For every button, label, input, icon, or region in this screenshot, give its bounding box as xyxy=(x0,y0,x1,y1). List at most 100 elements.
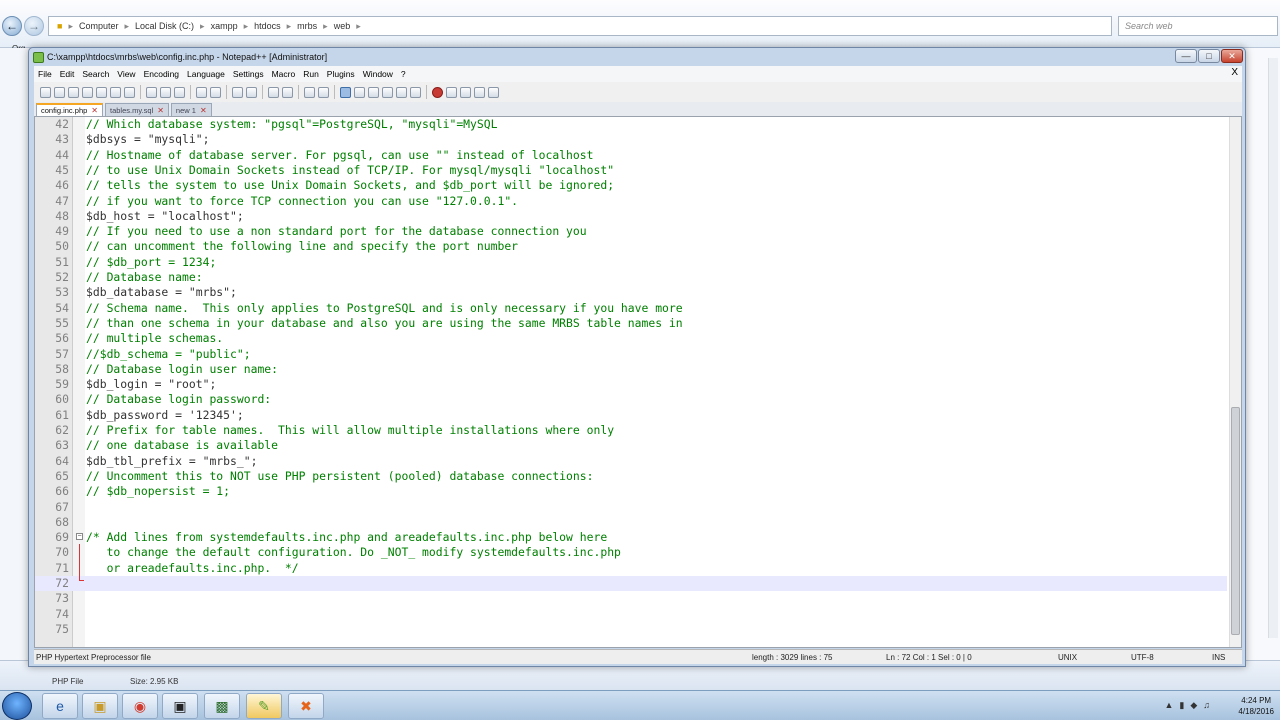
breadcrumb[interactable]: ■ ▸ Computer ▸ Local Disk (C:) ▸ xampp ▸ ht… xyxy=(48,16,1112,36)
code-line[interactable]: 43 $dbsys = "mysqli"; xyxy=(35,132,1227,147)
save-all-icon[interactable] xyxy=(82,86,93,98)
line-text[interactable]: // Schema name. This only applies to Pos… xyxy=(86,301,683,316)
code-line[interactable]: 44 // Hostname of database server. For pg… xyxy=(35,148,1227,163)
forward-button[interactable]: → xyxy=(24,16,44,36)
code-line[interactable]: 60 // Database login password: xyxy=(35,392,1227,407)
doc-map-icon[interactable] xyxy=(396,86,407,98)
code-line[interactable]: 69 /* Add lines from systemdefaults.inc.p… xyxy=(35,530,1227,545)
undo-icon[interactable] xyxy=(196,86,207,98)
back-button[interactable]: ← xyxy=(2,16,22,36)
line-text[interactable]: $dbsys = "mysqli"; xyxy=(86,132,209,147)
tab-close-icon[interactable]: ✕ xyxy=(157,106,164,115)
line-text[interactable]: // Database login user name: xyxy=(86,362,278,377)
code-line[interactable]: 61 $db_password = '12345'; xyxy=(35,408,1227,423)
new-file-icon[interactable] xyxy=(40,86,51,98)
line-text[interactable]: // can uncomment the following line and … xyxy=(86,239,518,254)
tab-tables-my-sql[interactable]: tables.my.sql ✕ xyxy=(105,103,169,116)
tab-close-icon[interactable]: ✕ xyxy=(200,106,207,115)
line-text[interactable]: to change the default configuration. Do … xyxy=(86,545,621,560)
code-line[interactable]: 63 // one database is available xyxy=(35,438,1227,453)
menu-search[interactable]: Search xyxy=(82,69,115,79)
code-line[interactable]: 47 // if you want to force TCP connection… xyxy=(35,194,1227,209)
breadcrumb-item[interactable]: mrbs xyxy=(297,21,317,31)
code-line[interactable]: 65 // Uncomment this to NOT use PHP persi… xyxy=(35,469,1227,484)
clock[interactable]: 4:24 PM 4/18/2016 xyxy=(1238,695,1274,717)
save-icon[interactable] xyxy=(68,86,79,98)
line-text[interactable]: $db_password = '12345'; xyxy=(86,408,244,423)
line-text[interactable]: // than one schema in your database and … xyxy=(86,316,683,331)
start-button[interactable] xyxy=(2,692,32,720)
code-line[interactable]: 70 to change the default configuration. … xyxy=(35,545,1227,560)
line-text[interactable]: // If you need to use a non standard por… xyxy=(86,224,587,239)
explorer-scrollbar[interactable] xyxy=(1268,58,1278,638)
stop-macro-icon[interactable] xyxy=(446,86,457,98)
code-line[interactable]: 75 xyxy=(35,622,1227,637)
maximize-button[interactable]: □ xyxy=(1198,49,1220,63)
record-macro-icon[interactable] xyxy=(432,86,443,98)
explorer-icon[interactable]: ▣ xyxy=(82,693,118,719)
code-line[interactable]: 59 $db_login = "root"; xyxy=(35,377,1227,392)
code-line[interactable]: 53 $db_database = "mrbs"; xyxy=(35,285,1227,300)
close-all-icon[interactable] xyxy=(110,86,121,98)
breadcrumb-item[interactable]: xampp xyxy=(211,21,238,31)
ie-icon[interactable]: e xyxy=(42,693,78,719)
code-line[interactable]: 64 $db_tbl_prefix = "mrbs_"; xyxy=(35,454,1227,469)
close-document-icon[interactable]: X xyxy=(1231,67,1238,78)
menu-help[interactable]: ? xyxy=(401,69,412,79)
code-line[interactable]: 58 // Database login user name: xyxy=(35,362,1227,377)
code-line[interactable]: 57 //$db_schema = "public"; xyxy=(35,347,1227,362)
window-titlebar[interactable]: C:\xampp\htdocs\mrbs\web\config.inc.php … xyxy=(29,48,1245,66)
code-line[interactable]: 62 // Prefix for table names. This will a… xyxy=(35,423,1227,438)
line-text[interactable]: /* Add lines from systemdefaults.inc.php… xyxy=(86,530,607,545)
line-text[interactable]: // Prefix for table names. This will all… xyxy=(86,423,614,438)
replace-icon[interactable] xyxy=(246,86,257,98)
breadcrumb-item[interactable]: Local Disk (C:) xyxy=(135,21,194,31)
code-line[interactable]: 73 xyxy=(35,591,1227,606)
close-button[interactable]: ✕ xyxy=(1221,49,1243,63)
line-text[interactable]: // Which database system: "pgsql"=Postgr… xyxy=(86,117,497,132)
line-text[interactable]: // $db_port = 1234; xyxy=(86,255,216,270)
cut-icon[interactable] xyxy=(146,86,157,98)
open-file-icon[interactable] xyxy=(54,86,65,98)
line-text[interactable]: or areadefaults.inc.php. */ xyxy=(86,561,299,576)
line-text[interactable]: // one database is available xyxy=(86,438,278,453)
system-tray[interactable]: ▲▮◆♫ xyxy=(1164,700,1216,711)
code-line[interactable]: 54 // Schema name. This only applies to P… xyxy=(35,301,1227,316)
line-text[interactable]: $db_host = "localhost"; xyxy=(86,209,244,224)
notepadpp-taskbar-icon[interactable]: ✎ xyxy=(246,693,282,719)
breadcrumb-item[interactable]: htdocs xyxy=(254,21,281,31)
menu-settings[interactable]: Settings xyxy=(233,69,270,79)
line-text[interactable]: // to use Unix Domain Sockets instead of… xyxy=(86,163,614,178)
code-line[interactable]: 46 // tells the system to use Unix Domain… xyxy=(35,178,1227,193)
user-lang-icon[interactable] xyxy=(382,86,393,98)
line-text[interactable]: //$db_schema = "public"; xyxy=(86,347,251,362)
tab-new-1[interactable]: new 1 ✕ xyxy=(170,103,212,116)
menu-view[interactable]: View xyxy=(117,69,141,79)
line-text[interactable]: // if you want to force TCP connection y… xyxy=(86,194,518,209)
indent-guide-icon[interactable] xyxy=(368,86,379,98)
code-line[interactable]: 49 // If you need to use a non standard p… xyxy=(35,224,1227,239)
tab-close-icon[interactable]: ✕ xyxy=(91,106,98,115)
line-text[interactable]: $db_login = "root"; xyxy=(86,377,216,392)
line-text[interactable]: $db_tbl_prefix = "mrbs_"; xyxy=(86,454,257,469)
code-editor[interactable]: 42 // Which database system: "pgsql"=Post… xyxy=(34,116,1242,648)
play-macro-icon[interactable] xyxy=(460,86,471,98)
code-line[interactable]: 52 // Database name: xyxy=(35,270,1227,285)
menu-macro[interactable]: Macro xyxy=(272,69,302,79)
print-icon[interactable] xyxy=(124,86,135,98)
menu-run[interactable]: Run xyxy=(303,69,325,79)
zoom-in-icon[interactable] xyxy=(268,86,279,98)
code-line[interactable]: 72 xyxy=(35,576,1227,592)
tab-config-inc-php[interactable]: config.inc.php ✕ xyxy=(36,103,103,116)
find-icon[interactable] xyxy=(232,86,243,98)
line-text[interactable]: // Database name: xyxy=(86,270,203,285)
zoom-out-icon[interactable] xyxy=(282,86,293,98)
line-text[interactable]: $db_database = "mrbs"; xyxy=(86,285,237,300)
show-all-chars-icon[interactable] xyxy=(354,86,365,98)
code-line[interactable]: 71 or areadefaults.inc.php. */ xyxy=(35,561,1227,576)
code-line[interactable]: 55 // than one schema in your database an… xyxy=(35,316,1227,331)
explorer-search-input[interactable]: Search web xyxy=(1118,16,1278,36)
redo-icon[interactable] xyxy=(210,86,221,98)
paste-icon[interactable] xyxy=(174,86,185,98)
line-text[interactable]: // Uncomment this to NOT use PHP persist… xyxy=(86,469,593,484)
